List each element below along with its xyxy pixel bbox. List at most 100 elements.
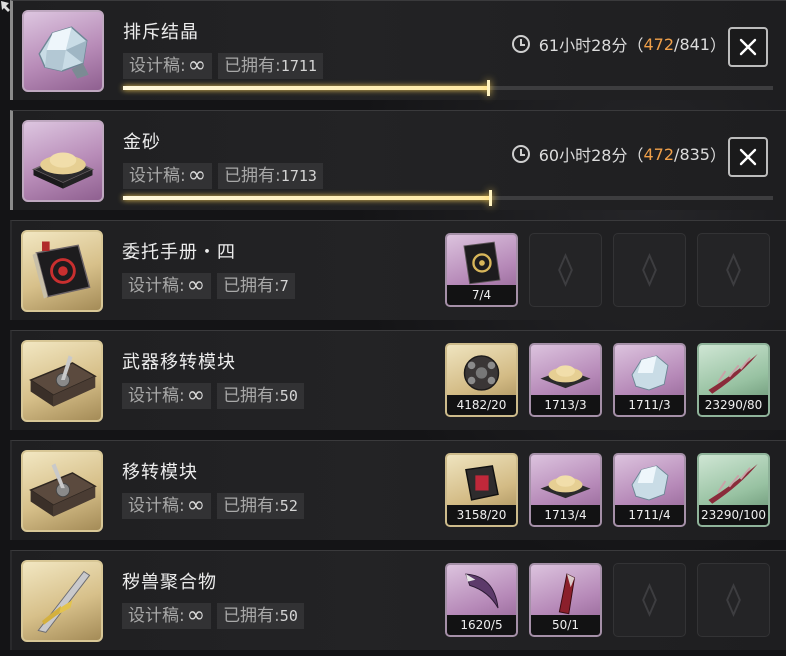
timer-done: 472: [643, 34, 675, 54]
owned-tag: 已拥有: 52: [217, 493, 304, 519]
empty-slot-icon: [558, 252, 573, 288]
material-slot[interactable]: 7/4: [445, 233, 518, 307]
material-list: 3158/20 1713/4 1711/4 23290/100: [445, 453, 770, 527]
blueprint-label: 设计稿:: [128, 606, 185, 626]
clock-icon: [511, 145, 530, 163]
empty-material-slot: [697, 233, 770, 307]
craft-progress-fill: [123, 80, 490, 96]
thorn-icon: [708, 354, 758, 394]
craft-row-transfer-module[interactable]: 移转模块 设计稿: ∞ 已拥有: 52 3158/20 1713/4 1711/…: [10, 440, 786, 540]
blueprint-label: 设计稿:: [128, 386, 185, 406]
craft-timer: 61小时28分 （ 472 / 841 ）: [511, 29, 726, 59]
cancel-craft-button[interactable]: [728, 27, 768, 67]
item-name: 排斥结晶: [123, 22, 199, 43]
timer-open: （: [627, 36, 644, 55]
material-count: 4182/20: [447, 395, 516, 415]
material-slot[interactable]: 1620/5: [445, 563, 518, 637]
empty-slot-icon: [642, 582, 657, 618]
material-slot[interactable]: 1713/4: [529, 453, 602, 527]
owned-value: 1713: [280, 167, 317, 185]
material-slot[interactable]: 1713/3: [529, 343, 602, 417]
owned-label: 已拥有:: [223, 606, 280, 626]
timer-close: ）: [709, 146, 726, 165]
craft-timer: 60小时28分 （ 472 / 835 ）: [511, 139, 726, 169]
infinity-value: ∞: [186, 273, 206, 298]
empty-material-slot: [697, 563, 770, 637]
material-slot[interactable]: 50/1: [529, 563, 602, 637]
material-count: 23290/100: [699, 505, 768, 525]
craft-row-repel-crystal[interactable]: 排斥结晶 设计稿: ∞ 已拥有: 1711 61小时28分 （ 472 / 841 …: [10, 0, 786, 100]
material-slot[interactable]: 3158/20: [445, 453, 518, 527]
material-count: 7/4: [447, 285, 516, 305]
item-name: 委托手册・四: [122, 242, 236, 263]
crystal-icon: [22, 10, 104, 92]
timer-done: 472: [643, 144, 675, 164]
owned-tag: 已拥有: 7: [217, 273, 295, 299]
cancel-craft-button[interactable]: [728, 137, 768, 177]
blueprint-tag: 设计稿: ∞: [123, 163, 213, 189]
material-count: 1711/4: [615, 505, 684, 525]
material-slot[interactable]: 1711/3: [613, 343, 686, 417]
blueprint-tag: 设计稿: ∞: [122, 383, 212, 409]
beast-polymer-icon: [21, 560, 103, 642]
blueprint-label: 设计稿:: [129, 56, 186, 76]
craft-progress-fill: [123, 190, 493, 206]
gold-sand-icon: [22, 120, 104, 202]
material-count: 23290/80: [699, 395, 768, 415]
claw-icon: [465, 573, 499, 609]
weapon-module-icon: [21, 340, 103, 422]
manual-icon: [21, 230, 103, 312]
blueprint-label: 设计稿:: [128, 276, 185, 296]
blueprint-label: 设计稿:: [128, 496, 185, 516]
craft-progress-bar: [123, 190, 773, 206]
item-name: 武器移转模块: [122, 352, 236, 373]
manual-icon: [463, 241, 501, 285]
owned-tag: 已拥有: 50: [217, 383, 304, 409]
craft-row-commission-manual[interactable]: 委托手册・四 设计稿: ∞ 已拥有: 7 7/4: [10, 220, 786, 320]
owned-label: 已拥有:: [224, 166, 281, 186]
owned-label: 已拥有:: [224, 56, 281, 76]
material-list: 1620/5 50/1: [445, 563, 770, 637]
material-list: 4182/20 1713/3 1711/3 23290/80: [445, 343, 770, 417]
core-sphere-icon: [463, 355, 500, 391]
craft-row-weapon-transfer-module[interactable]: 武器移转模块 设计稿: ∞ 已拥有: 50 4182/20 1713/3 171…: [10, 330, 786, 430]
owned-value: 1711: [280, 57, 317, 75]
infinity-value: ∞: [187, 163, 207, 188]
material-count: 1620/5: [447, 615, 516, 635]
close-icon: [739, 148, 757, 166]
owned-tag: 已拥有: 1711: [218, 53, 323, 79]
empty-slot-icon: [642, 252, 657, 288]
owned-value: 50: [279, 607, 298, 625]
timer-time: 60小时28分: [538, 146, 628, 165]
transfer-module-icon: [21, 450, 103, 532]
gold-sand-icon: [540, 475, 591, 499]
owned-label: 已拥有:: [223, 496, 280, 516]
material-slot[interactable]: 1711/4: [613, 453, 686, 527]
owned-value: 50: [279, 387, 298, 405]
timer-time: 61小时28分: [538, 36, 628, 55]
owned-label: 已拥有:: [223, 276, 280, 296]
craft-row-gold-sand[interactable]: 金砂 设计稿: ∞ 已拥有: 1713 60小时28分 （ 472 / 835 ）: [10, 110, 786, 210]
craft-progress-bar: [123, 80, 773, 96]
empty-material-slot: [613, 233, 686, 307]
material-slot[interactable]: 4182/20: [445, 343, 518, 417]
material-count: 1711/3: [615, 395, 684, 415]
timer-total: 841: [679, 34, 710, 54]
crystal-icon: [631, 355, 669, 391]
infinity-value: ∞: [186, 383, 206, 408]
clock-icon: [511, 35, 530, 53]
material-count: 3158/20: [447, 505, 516, 525]
craft-row-beast-polymer[interactable]: 秽兽聚合物 设计稿: ∞ 已拥有: 50 1620/5 50/1: [10, 550, 786, 650]
thorn-icon: [708, 464, 758, 504]
empty-slot-icon: [726, 582, 741, 618]
timer-open: （: [627, 146, 644, 165]
material-count: 50/1: [531, 615, 600, 635]
material-slot[interactable]: 23290/100: [697, 453, 770, 527]
timer-total: 835: [679, 144, 710, 164]
blueprint-tag: 设计稿: ∞: [123, 53, 213, 79]
fang-icon: [558, 573, 576, 615]
material-slot[interactable]: 23290/80: [697, 343, 770, 417]
empty-slot-icon: [726, 252, 741, 288]
empty-material-slot: [613, 563, 686, 637]
infinity-value: ∞: [186, 603, 206, 628]
